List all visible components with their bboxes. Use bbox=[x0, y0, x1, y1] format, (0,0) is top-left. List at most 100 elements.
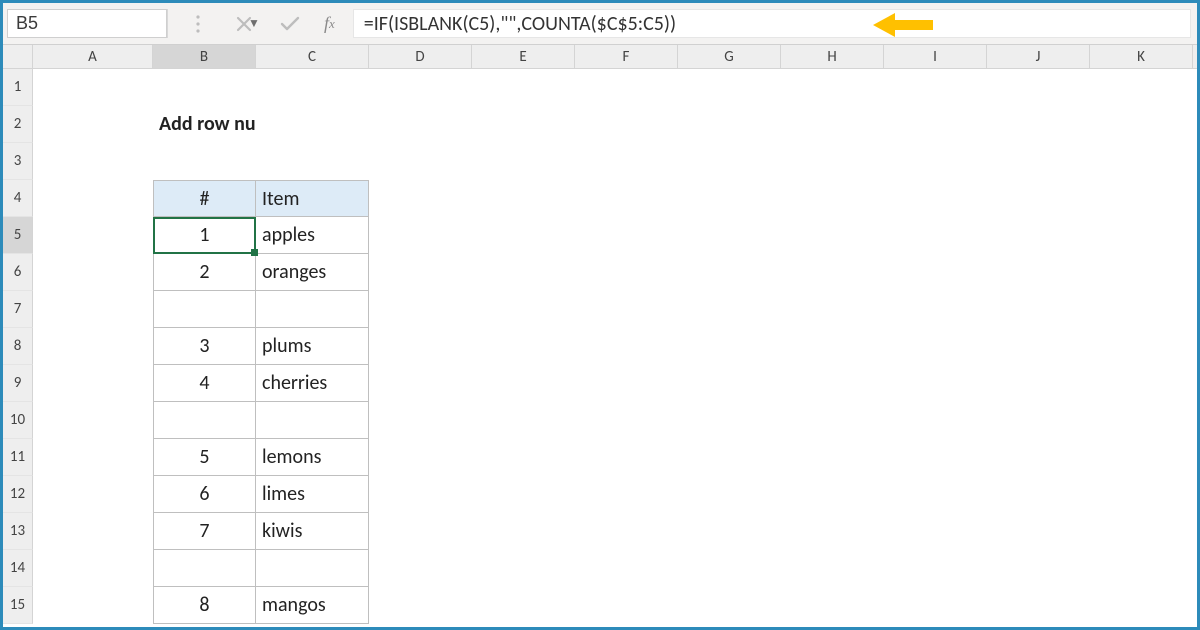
cell[interactable] bbox=[575, 328, 678, 365]
spreadsheet-grid[interactable]: 1 2 Add row numbers and skip blanks 3 bbox=[3, 69, 1197, 624]
cell[interactable] bbox=[1090, 328, 1193, 365]
row-header[interactable]: 3 bbox=[3, 143, 33, 180]
cell[interactable] bbox=[33, 69, 153, 106]
cell[interactable] bbox=[1090, 69, 1193, 106]
cell[interactable] bbox=[33, 439, 153, 476]
cell[interactable] bbox=[33, 143, 153, 180]
cell[interactable] bbox=[678, 217, 781, 254]
cell[interactable] bbox=[575, 254, 678, 291]
cell[interactable] bbox=[884, 180, 987, 217]
cell[interactable] bbox=[33, 217, 153, 254]
cell[interactable] bbox=[472, 143, 575, 180]
fx-icon[interactable]: fx bbox=[324, 12, 335, 36]
row-header[interactable]: 8 bbox=[3, 328, 33, 365]
column-header-j[interactable]: J bbox=[987, 45, 1090, 68]
cell[interactable] bbox=[987, 439, 1090, 476]
cell[interactable] bbox=[33, 365, 153, 402]
cell[interactable] bbox=[678, 587, 781, 624]
cell[interactable] bbox=[575, 402, 678, 439]
table-cell-item[interactable]: cherries bbox=[256, 365, 369, 402]
cell[interactable] bbox=[1090, 254, 1193, 291]
select-all-corner[interactable] bbox=[3, 45, 33, 68]
cell[interactable] bbox=[33, 180, 153, 217]
cell[interactable] bbox=[884, 291, 987, 328]
row-header[interactable]: 2 bbox=[3, 106, 33, 143]
table-cell-item[interactable]: plums bbox=[256, 328, 369, 365]
table-cell-num[interactable]: 7 bbox=[153, 513, 256, 550]
cell[interactable] bbox=[987, 550, 1090, 587]
cell[interactable] bbox=[884, 587, 987, 624]
cell[interactable] bbox=[33, 587, 153, 624]
cell[interactable] bbox=[575, 587, 678, 624]
cell[interactable] bbox=[33, 254, 153, 291]
row-header[interactable]: 9 bbox=[3, 365, 33, 402]
cell[interactable] bbox=[1090, 439, 1193, 476]
table-cell-num[interactable] bbox=[153, 550, 256, 587]
cell[interactable] bbox=[678, 328, 781, 365]
cell[interactable] bbox=[884, 69, 987, 106]
cell[interactable] bbox=[575, 365, 678, 402]
cell[interactable] bbox=[987, 254, 1090, 291]
cell[interactable] bbox=[678, 69, 781, 106]
cell[interactable] bbox=[472, 587, 575, 624]
row-header[interactable]: 12 bbox=[3, 476, 33, 513]
row-header[interactable]: 1 bbox=[3, 69, 33, 106]
cell[interactable] bbox=[987, 143, 1090, 180]
cell[interactable] bbox=[1090, 106, 1193, 143]
cell[interactable] bbox=[33, 550, 153, 587]
cell[interactable] bbox=[472, 69, 575, 106]
cell[interactable] bbox=[987, 106, 1090, 143]
cell[interactable] bbox=[1090, 365, 1193, 402]
cell[interactable] bbox=[575, 217, 678, 254]
row-header[interactable]: 4 bbox=[3, 180, 33, 217]
cell[interactable] bbox=[678, 513, 781, 550]
cell[interactable] bbox=[33, 291, 153, 328]
page-title[interactable]: Add row numbers and skip blanks bbox=[153, 106, 256, 143]
cell[interactable] bbox=[678, 402, 781, 439]
cell[interactable] bbox=[678, 254, 781, 291]
cell[interactable] bbox=[678, 291, 781, 328]
cell[interactable] bbox=[678, 439, 781, 476]
cell[interactable] bbox=[678, 365, 781, 402]
cell[interactable] bbox=[1090, 180, 1193, 217]
cell[interactable] bbox=[884, 217, 987, 254]
table-cell-num[interactable] bbox=[153, 402, 256, 439]
table-cell-item[interactable]: mangos bbox=[256, 587, 369, 624]
table-cell-num[interactable] bbox=[153, 291, 256, 328]
row-header[interactable]: 5 bbox=[3, 217, 33, 254]
name-box[interactable]: ▼ bbox=[7, 9, 167, 38]
cell[interactable] bbox=[781, 513, 884, 550]
column-header-b[interactable]: B bbox=[153, 45, 256, 68]
column-header-k[interactable]: K bbox=[1090, 45, 1193, 68]
cell[interactable] bbox=[781, 69, 884, 106]
cell[interactable] bbox=[678, 143, 781, 180]
cell[interactable] bbox=[678, 550, 781, 587]
cell[interactable] bbox=[575, 106, 678, 143]
cell[interactable] bbox=[781, 217, 884, 254]
cell[interactable] bbox=[987, 291, 1090, 328]
cell[interactable] bbox=[472, 476, 575, 513]
cell[interactable] bbox=[884, 328, 987, 365]
table-cell-num[interactable]: 3 bbox=[153, 328, 256, 365]
row-header[interactable]: 10 bbox=[3, 402, 33, 439]
cell[interactable] bbox=[781, 328, 884, 365]
cell[interactable] bbox=[575, 439, 678, 476]
row-header[interactable]: 13 bbox=[3, 513, 33, 550]
cell[interactable] bbox=[33, 106, 153, 143]
cell[interactable] bbox=[1090, 476, 1193, 513]
cell[interactable] bbox=[781, 291, 884, 328]
cell[interactable] bbox=[369, 550, 472, 587]
row-header[interactable]: 14 bbox=[3, 550, 33, 587]
cell[interactable] bbox=[472, 106, 575, 143]
cell[interactable] bbox=[987, 513, 1090, 550]
table-header-item[interactable]: Item bbox=[256, 180, 369, 217]
cell[interactable] bbox=[678, 106, 781, 143]
cell[interactable] bbox=[678, 180, 781, 217]
cell[interactable] bbox=[987, 587, 1090, 624]
cell[interactable] bbox=[472, 402, 575, 439]
column-header-h[interactable]: H bbox=[781, 45, 884, 68]
cell[interactable] bbox=[472, 550, 575, 587]
cell[interactable] bbox=[884, 476, 987, 513]
table-cell-num[interactable]: 8 bbox=[153, 587, 256, 624]
table-cell-num[interactable]: 6 bbox=[153, 476, 256, 513]
